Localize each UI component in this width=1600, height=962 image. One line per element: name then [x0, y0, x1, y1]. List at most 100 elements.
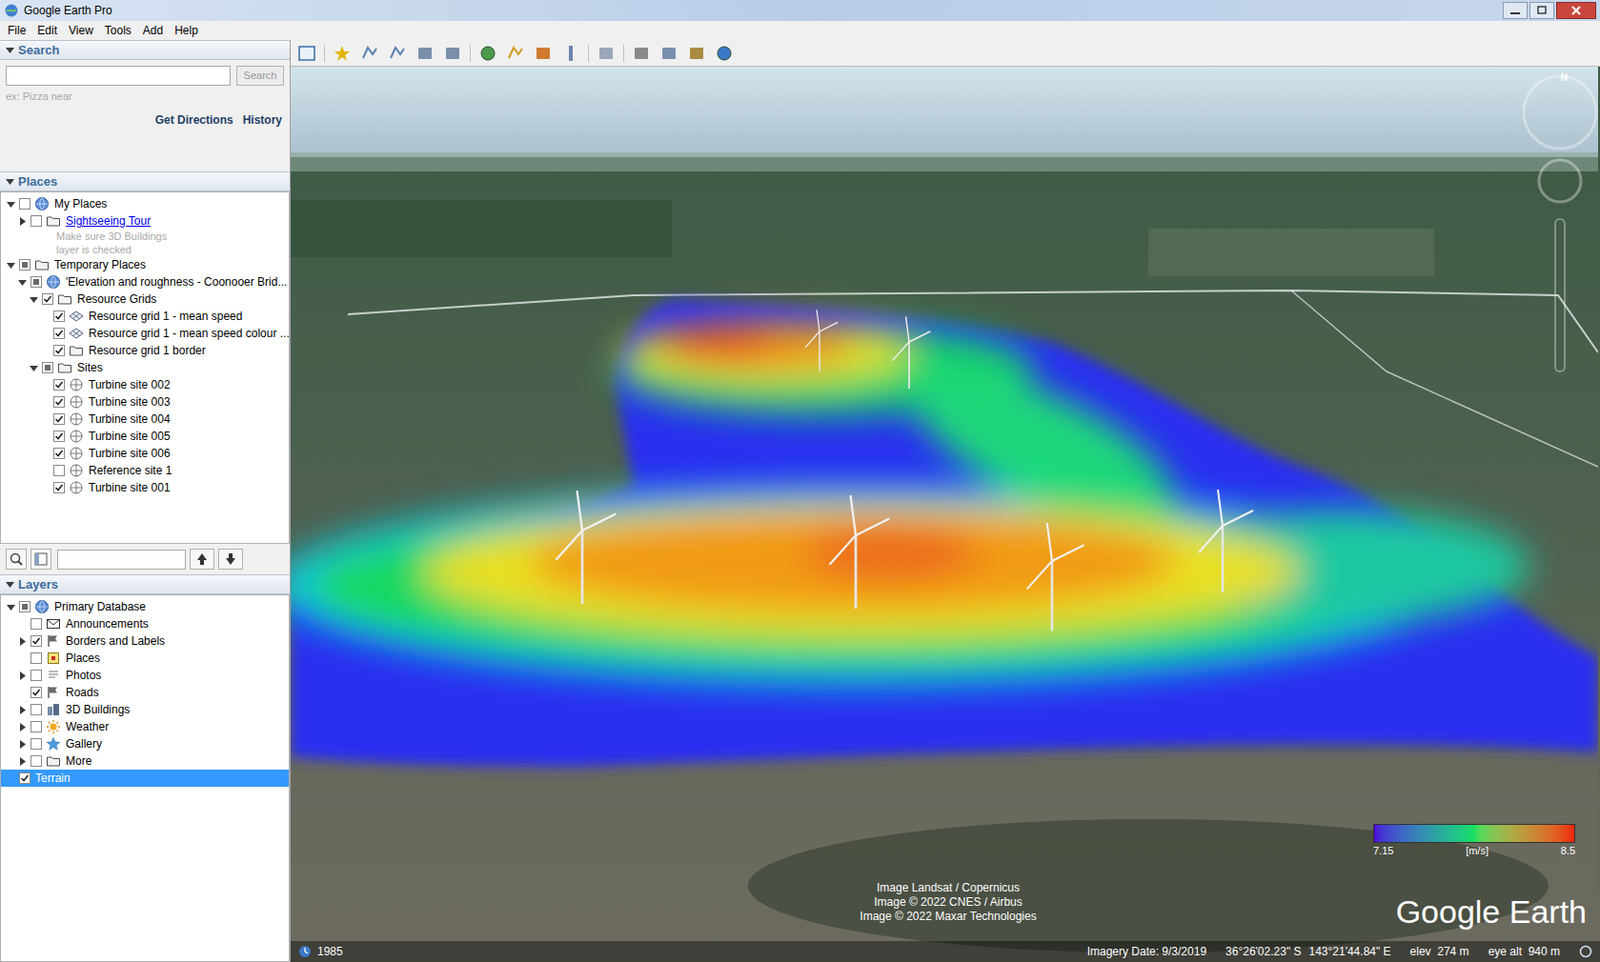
- checkbox-icon[interactable]: [30, 652, 42, 665]
- tree-label[interactable]: Weather: [62, 718, 109, 736]
- path-icon[interactable]: [386, 42, 408, 64]
- tree-label[interactable]: Reference site 1: [85, 462, 172, 480]
- tree-label[interactable]: My Places: [51, 195, 107, 213]
- search-link[interactable]: History: [243, 111, 283, 129]
- tree-label[interactable]: Turbine site 005: [85, 427, 171, 446]
- tree-label[interactable]: Turbine site 003: [85, 393, 171, 411]
- tree-row[interactable]: Gallery: [0, 735, 289, 753]
- checkbox-icon[interactable]: [30, 704, 42, 716]
- tree-label[interactable]: Resource grid 1 - mean speed: [85, 307, 243, 325]
- checkbox-icon[interactable]: [30, 687, 42, 699]
- collapse-icon[interactable]: [6, 200, 16, 209]
- tree-label[interactable]: Resource Grids: [74, 290, 157, 308]
- history-icon[interactable]: [298, 945, 312, 959]
- tree-row[interactable]: Resource Grids: [0, 290, 289, 308]
- checkbox-icon[interactable]: [30, 215, 42, 227]
- menu-item[interactable]: File: [1, 21, 32, 40]
- menu-item[interactable]: Tools: [99, 21, 138, 40]
- restore-icon[interactable]: [1529, 1, 1555, 20]
- checkbox-icon[interactable]: [30, 669, 42, 682]
- tree-row[interactable]: Turbine site 003: [0, 393, 289, 411]
- expand-icon[interactable]: [18, 723, 27, 732]
- overlay-icon[interactable]: [414, 42, 436, 64]
- tree-row[interactable]: Turbine site 004: [0, 410, 289, 428]
- tree-row[interactable]: Turbine site 006: [0, 445, 289, 463]
- expand-icon[interactable]: [18, 671, 27, 681]
- tree-row[interactable]: Turbine site 002: [0, 376, 289, 394]
- compass-label[interactable]: N: [1560, 70, 1568, 85]
- tree-row[interactable]: Places: [0, 649, 289, 668]
- checkbox-icon[interactable]: [53, 396, 65, 408]
- tree-label[interactable]: Roads: [62, 684, 100, 702]
- move-up-icon[interactable]: [189, 548, 215, 570]
- tree-row[interactable]: 'Elevation and roughness - Coonooer Brid…: [0, 273, 289, 291]
- polygon-icon[interactable]: [359, 42, 381, 64]
- collapse-icon[interactable]: [29, 295, 39, 304]
- search-icon[interactable]: [5, 548, 27, 570]
- menu-item[interactable]: Edit: [31, 21, 63, 40]
- search-input[interactable]: [5, 65, 231, 86]
- menu-item[interactable]: Help: [168, 21, 204, 40]
- search-link[interactable]: Get Directions: [155, 111, 234, 129]
- tree-label[interactable]: Primary Database: [51, 598, 146, 616]
- menu-item[interactable]: Add: [137, 21, 169, 40]
- checkbox-icon[interactable]: [41, 362, 54, 374]
- tree-label[interactable]: 'Elevation and roughness - Coonooer Brid…: [62, 273, 287, 291]
- tree-label[interactable]: 3D Buildings: [62, 701, 130, 719]
- tree-row[interactable]: More: [0, 752, 289, 770]
- expand-icon[interactable]: [18, 740, 27, 750]
- places-filter[interactable]: [57, 549, 186, 570]
- checkbox-icon[interactable]: [19, 601, 31, 613]
- tree-label[interactable]: Places: [62, 649, 101, 668]
- tree-label[interactable]: Photos: [62, 667, 102, 685]
- tree-row[interactable]: Roads: [0, 684, 289, 702]
- map-view[interactable]: N7.15[m/s]8.5Image Landsat / CopernicusI…: [290, 66, 1600, 962]
- tree-row[interactable]: Resource grid 1 border: [0, 342, 289, 360]
- tour-icon[interactable]: [442, 42, 464, 64]
- expand-icon[interactable]: [18, 757, 27, 767]
- planets-icon[interactable]: [532, 42, 554, 64]
- tree-row[interactable]: Borders and Labels: [0, 632, 289, 650]
- checkbox-icon[interactable]: [30, 276, 42, 288]
- collapse-icon[interactable]: [29, 364, 39, 373]
- tree-label[interactable]: Turbine site 002: [85, 376, 171, 394]
- sun-icon[interactable]: [505, 42, 527, 64]
- print-icon[interactable]: [630, 42, 652, 64]
- places-header[interactable]: Places: [0, 171, 290, 192]
- tree-label[interactable]: Turbine site 006: [85, 445, 171, 463]
- tree-row[interactable]: Announcements: [0, 615, 289, 633]
- tree-label[interactable]: Gallery: [62, 735, 102, 753]
- checkbox-icon[interactable]: [53, 379, 65, 391]
- layers-header[interactable]: Layers: [0, 574, 290, 595]
- tree-row[interactable]: Resource grid 1 - mean speed: [0, 307, 289, 325]
- menu-item[interactable]: View: [62, 21, 100, 40]
- checkbox-icon[interactable]: [19, 198, 31, 210]
- panel-icon[interactable]: [30, 548, 52, 570]
- checkbox-icon[interactable]: [53, 344, 65, 357]
- tree-row[interactable]: Sites: [0, 359, 289, 377]
- tree-row[interactable]: Photos: [0, 667, 289, 685]
- expand-icon[interactable]: [18, 217, 27, 226]
- tree-row[interactable]: Turbine site 001: [0, 479, 289, 497]
- close-icon[interactable]: [1556, 1, 1597, 20]
- checkbox-icon[interactable]: [53, 447, 65, 460]
- tree-row[interactable]: 3D Buildings: [0, 701, 289, 719]
- checkbox-icon[interactable]: [53, 482, 65, 494]
- checkbox-icon[interactable]: [53, 413, 65, 426]
- tree-label[interactable]: Borders and Labels: [62, 632, 165, 650]
- section-toggle-icon[interactable]: [5, 177, 15, 186]
- collapse-icon[interactable]: [6, 603, 16, 612]
- tree-row[interactable]: Reference site 1: [0, 462, 289, 480]
- search-button[interactable]: Search: [236, 65, 284, 86]
- earth-icon[interactable]: [713, 42, 735, 64]
- expand-icon[interactable]: [18, 637, 27, 647]
- tree-row[interactable]: Turbine site 005: [0, 427, 289, 446]
- checkbox-icon[interactable]: [53, 430, 65, 443]
- ruler-icon[interactable]: [560, 42, 582, 64]
- collapse-icon[interactable]: [18, 278, 27, 287]
- collapse-icon[interactable]: [6, 261, 16, 270]
- checkbox-icon[interactable]: [30, 738, 42, 750]
- navigation-control-icon[interactable]: [1523, 76, 1597, 372]
- checkbox-icon[interactable]: [53, 327, 65, 340]
- checkbox-icon[interactable]: [30, 635, 42, 648]
